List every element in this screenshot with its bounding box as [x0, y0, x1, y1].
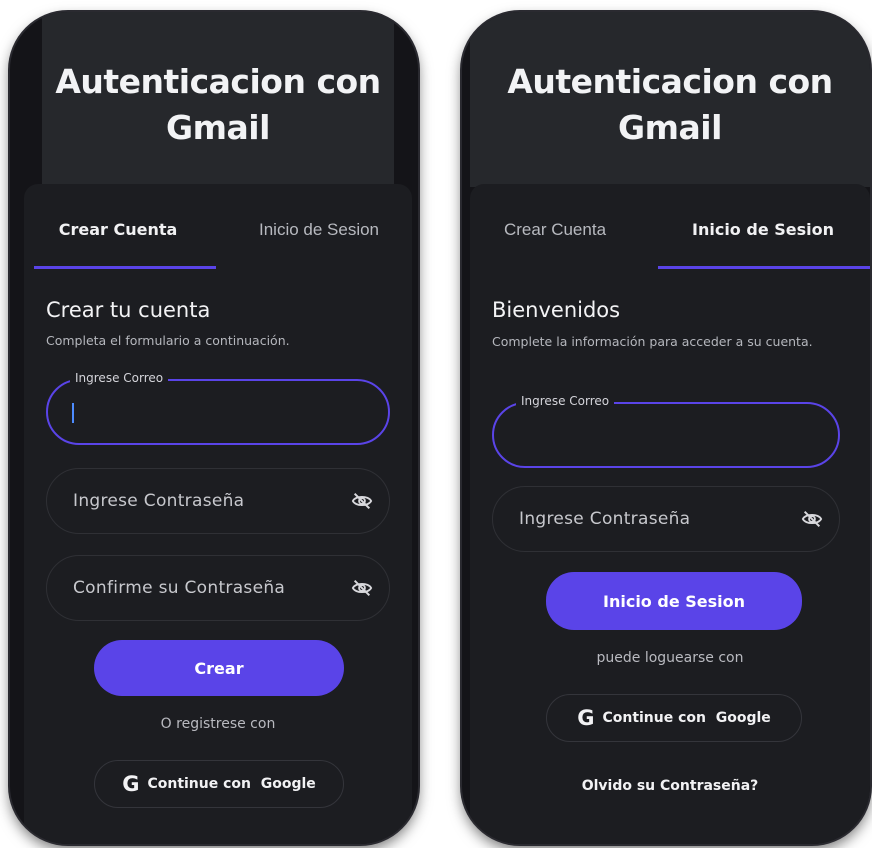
form-subtitle: Complete la información para acceder a s…: [492, 334, 813, 349]
tab-inicio-sesion[interactable]: Inicio de Sesion: [224, 220, 414, 270]
password-field[interactable]: Ingrese Contraseña: [46, 468, 390, 534]
tab-bar: Crear Cuenta Inicio de Sesion: [470, 220, 870, 270]
confirm-password-placeholder: Confirme su Contraseña: [73, 578, 286, 598]
google-button-label: Continue con Google: [602, 710, 771, 726]
google-g-icon: G: [122, 772, 140, 796]
page-title-line1: Autenticacion con: [55, 61, 381, 101]
app-header: Autenticacion con Gmail: [470, 12, 870, 187]
password-placeholder: Ingrese Contraseña: [519, 509, 691, 529]
form-card: Crear Cuenta Inicio de Sesion Crear tu c…: [24, 184, 412, 844]
form-title: Crear tu cuenta: [46, 298, 211, 322]
google-g-icon: G: [577, 706, 595, 730]
tab-crear-cuenta[interactable]: Crear Cuenta: [470, 220, 640, 270]
phone-login-screen: Autenticacion con Gmail Crear Cuenta Ini…: [462, 12, 870, 844]
google-button-label: Continue con Google: [147, 776, 316, 792]
password-field[interactable]: Ingrese Contraseña: [492, 486, 840, 552]
email-field-label: Ingrese Correo: [516, 394, 615, 408]
eye-off-icon[interactable]: [351, 490, 373, 512]
tab-crear-cuenta[interactable]: Crear Cuenta: [24, 220, 212, 270]
email-field-label: Ingrese Correo: [70, 371, 169, 385]
email-field[interactable]: Ingrese Correo: [46, 371, 390, 445]
page-title-line2: Gmail: [618, 107, 722, 147]
page-title: Autenticacion con Gmail: [55, 59, 381, 151]
tab-label: Crear Cuenta: [503, 220, 607, 239]
active-tab-indicator: [658, 266, 870, 269]
form-card: Crear Cuenta Inicio de Sesion Bienvenido…: [470, 184, 870, 844]
confirm-password-field[interactable]: Confirme su Contraseña: [46, 555, 390, 621]
text-cursor: [72, 403, 74, 423]
password-placeholder: Ingrese Contraseña: [73, 491, 245, 511]
page-title-line2: Gmail: [166, 107, 270, 147]
active-tab-indicator: [34, 266, 216, 269]
alt-login-text: puede loguearse con: [596, 650, 744, 666]
alt-signup-text: O registrese con: [160, 716, 276, 732]
page-title-line1: Autenticacion con: [507, 61, 833, 101]
google-login-button[interactable]: G Continue con Google: [546, 694, 802, 742]
form-title: Bienvenidos: [492, 298, 621, 322]
app-header: Autenticacion con Gmail: [42, 12, 394, 187]
login-button[interactable]: Inicio de Sesion: [546, 572, 802, 630]
eye-off-icon[interactable]: [351, 577, 373, 599]
eye-off-icon[interactable]: [801, 508, 823, 530]
tab-label: Crear Cuenta: [58, 220, 178, 239]
tab-inicio-sesion[interactable]: Inicio de Sesion: [656, 220, 870, 270]
tab-label: Inicio de Sesion: [692, 220, 834, 239]
tab-bar: Crear Cuenta Inicio de Sesion: [24, 220, 412, 270]
crear-button[interactable]: Crear: [94, 640, 344, 696]
tab-label: Inicio de Sesion: [258, 220, 380, 239]
phone-signup-screen: Autenticacion con Gmail Crear Cuenta Ini…: [10, 12, 418, 844]
google-signup-button[interactable]: G Continue con Google: [94, 760, 344, 808]
form-subtitle: Completa el formulario a continuación.: [46, 333, 290, 348]
forgot-password-link[interactable]: Olvido su Contraseña?: [470, 778, 870, 794]
page-title: Autenticacion con Gmail: [507, 59, 833, 151]
email-field[interactable]: Ingrese Correo: [492, 394, 840, 468]
